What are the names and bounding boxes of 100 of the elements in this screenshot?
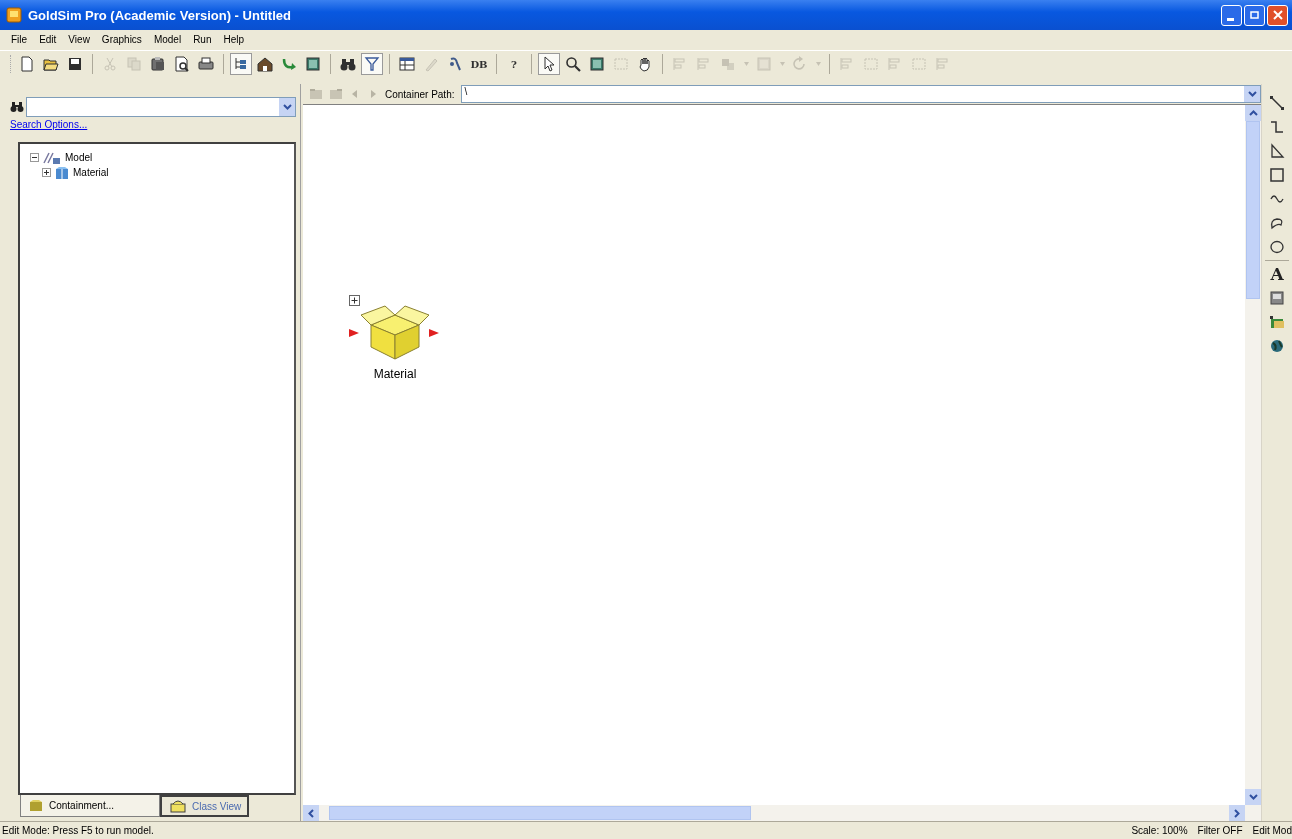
print-preview-icon: [174, 56, 190, 72]
curved-arrow-icon: [281, 56, 297, 72]
printer-icon: [198, 56, 214, 72]
binoculars-icon: [340, 56, 356, 72]
blob-icon: [1269, 215, 1285, 231]
caret-icon: [743, 62, 749, 66]
menu-item[interactable]: File: [10, 33, 29, 45]
scroll-left-button[interactable]: [303, 805, 319, 821]
tree-view-button[interactable]: [230, 53, 252, 75]
plus-box-icon: [42, 168, 51, 177]
text-tool-button[interactable]: A: [1266, 263, 1288, 285]
rotate-icon: [792, 56, 808, 72]
funnel-icon: [364, 56, 380, 72]
pointer-button[interactable]: [538, 53, 560, 75]
toolbar-button[interactable]: ?: [503, 53, 525, 75]
panel-icon: [589, 56, 605, 72]
panel-tab[interactable]: Class View: [160, 795, 250, 817]
pencil-icon: [423, 56, 439, 72]
horizontal-scrollbar[interactable]: [303, 805, 1261, 821]
polygon-icon: [1269, 143, 1285, 159]
line-tool-icon: [1269, 95, 1285, 111]
toolbar-button[interactable]: DB: [468, 53, 490, 75]
tree-view-icon: [233, 56, 249, 72]
folder-icon: [1269, 314, 1285, 330]
funnel-button[interactable]: [361, 53, 383, 75]
ellipse-icon: [1269, 239, 1285, 255]
tree-item[interactable]: Model: [65, 152, 93, 163]
scroll-up-button[interactable]: [1245, 105, 1261, 121]
binoculars-icon: [10, 101, 24, 113]
expand-toggle[interactable]: [42, 168, 51, 177]
caret-icon: [779, 62, 785, 66]
tree-item[interactable]: Material: [73, 167, 109, 178]
pointer-icon: [541, 56, 557, 72]
elbow-line-icon: [1269, 119, 1285, 135]
minimize-button[interactable]: [1221, 4, 1242, 26]
align-icon: [672, 56, 688, 72]
maximize-icon: [1248, 9, 1261, 21]
menu-item[interactable]: Edit: [38, 33, 58, 45]
status-field: Scale: 100%: [1131, 825, 1188, 836]
frame-icon: [613, 56, 629, 72]
chevron-down-icon: [1248, 794, 1258, 800]
scroll-down-button[interactable]: [1245, 789, 1261, 805]
chevron-up-icon: [1248, 110, 1258, 116]
expand-toggle[interactable]: [349, 295, 360, 306]
chevron-left-icon: [308, 808, 314, 818]
copy-icon: [126, 56, 142, 72]
container-path-label: Container Path:: [385, 88, 455, 100]
basket-icon: [170, 799, 186, 813]
box-icon: [29, 799, 43, 812]
layers-icon: [720, 56, 736, 72]
element-label: Material: [373, 367, 417, 381]
menu-item[interactable]: Help: [222, 33, 246, 45]
maximize-button[interactable]: [1244, 4, 1265, 26]
search-field[interactable]: [26, 97, 296, 117]
frame-icon: [863, 56, 879, 72]
dropdown-button[interactable]: [279, 98, 295, 116]
container-path-field[interactable]: \: [460, 85, 1261, 103]
table-icon: [399, 56, 415, 72]
new-page-icon: [19, 56, 35, 72]
menu-item[interactable]: Model: [152, 33, 183, 45]
align-icon: [839, 56, 855, 72]
scroll-right-button[interactable]: [1229, 805, 1245, 821]
align-icon: [887, 56, 903, 72]
align-icon: [696, 56, 712, 72]
menu-item[interactable]: Run: [192, 33, 213, 45]
menu-item[interactable]: Graphics: [100, 33, 143, 45]
close-icon: [1271, 9, 1284, 21]
status-field: Filter OFF: [1197, 825, 1243, 836]
align-icon: [935, 56, 951, 72]
minimize-icon: [1226, 17, 1234, 21]
panel-icon: [305, 56, 321, 72]
chevron-down-icon: [1247, 91, 1257, 97]
rectangle-icon: [1269, 167, 1285, 183]
open-folder-icon: [43, 56, 59, 72]
image-icon: [1269, 290, 1285, 306]
magnifier-icon: [565, 56, 581, 72]
dropdown-button[interactable]: [1244, 86, 1260, 102]
caret-icon: [815, 62, 821, 66]
close-button[interactable]: [1267, 4, 1288, 26]
paste-icon: [150, 56, 166, 72]
box-icon: [55, 165, 69, 180]
globe-icon: [1269, 338, 1285, 354]
scroll-thumb[interactable]: [329, 806, 751, 820]
house-icon: [257, 56, 273, 72]
app-icon: [6, 7, 22, 23]
scroll-thumb[interactable]: [1246, 121, 1260, 299]
collapse-toggle[interactable]: [30, 153, 39, 162]
vertical-scrollbar[interactable]: [1245, 105, 1261, 805]
chevron-right-icon: [1234, 808, 1240, 818]
panel-tab[interactable]: Containment...: [20, 795, 160, 817]
menu-item[interactable]: View: [67, 33, 91, 45]
plus-box-icon: [349, 295, 360, 306]
status-message: Edit Mode: Press F5 to run model.: [2, 825, 155, 836]
status-field: Edit Mod: [1252, 825, 1292, 836]
frame-icon: [911, 56, 927, 72]
hand-icon: [637, 56, 653, 72]
model-icon: [43, 150, 61, 165]
panel-icon: [756, 56, 772, 72]
chevron-down-icon: [282, 104, 292, 110]
search-options-link[interactable]: Search Options...: [10, 119, 88, 130]
